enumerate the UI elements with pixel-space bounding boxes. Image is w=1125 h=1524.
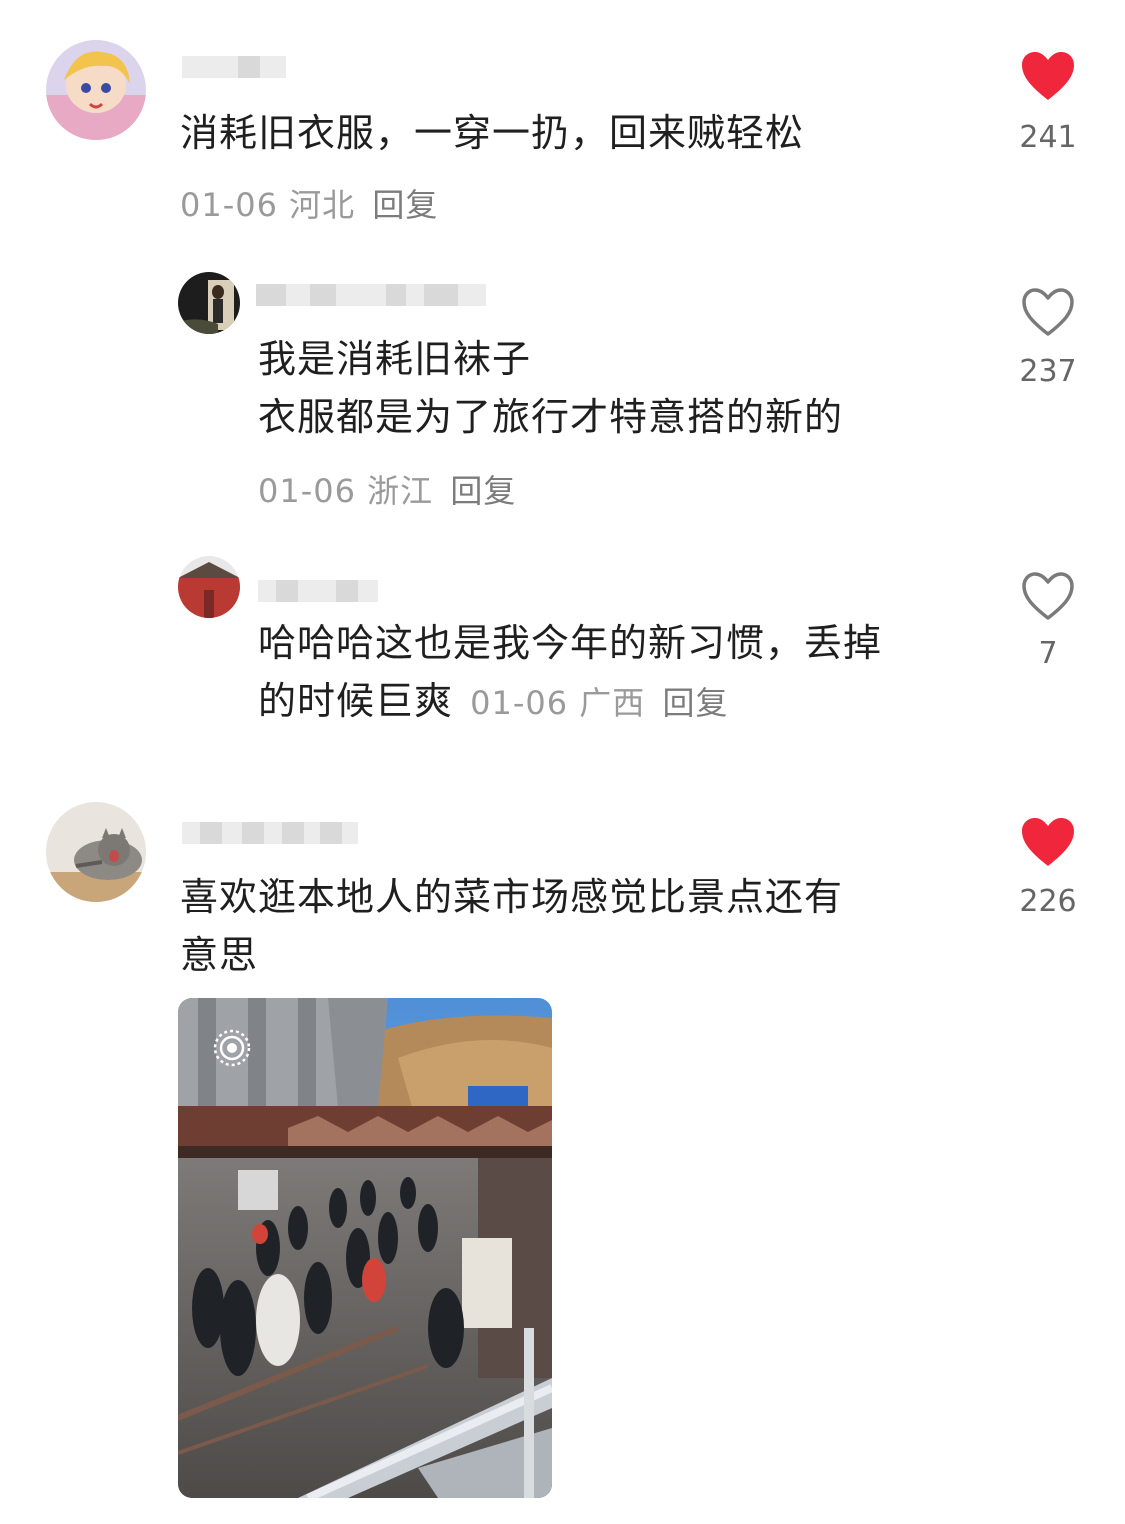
like-count: 237 (1019, 354, 1077, 389)
heart-filled-icon (1022, 52, 1074, 100)
heart-outline-icon (1022, 288, 1074, 336)
like-count: 7 (1038, 636, 1058, 671)
like-count: 226 (1019, 884, 1077, 919)
comment-meta: 01-06 广西 回复 (470, 684, 728, 722)
comment-date: 01-06 (258, 472, 356, 510)
comment-meta: 01-06 河北 回复 (180, 180, 438, 226)
like-button[interactable] (1020, 50, 1076, 102)
avatar[interactable] (46, 40, 146, 140)
reply-button[interactable]: 回复 (450, 472, 516, 510)
like-button[interactable] (1020, 570, 1076, 622)
avatar[interactable] (178, 556, 240, 618)
comment-image[interactable] (178, 998, 552, 1498)
username[interactable] (182, 54, 286, 80)
like-button[interactable] (1020, 286, 1076, 338)
comment-text: 消耗旧衣服，一穿一扔，回来贼轻松 (180, 111, 805, 155)
comment-text: 哈哈哈这也是我今年的新习惯，丢掉 的时候巨爽 01-06 广西 回复 (258, 621, 883, 723)
comment-location: 浙江 (367, 472, 434, 510)
comment-date: 01-06 (180, 186, 278, 224)
avatar[interactable] (178, 272, 240, 334)
like-button[interactable] (1020, 816, 1076, 868)
reply-button[interactable]: 回复 (372, 186, 438, 224)
comment-location: 河北 (289, 186, 356, 224)
username[interactable] (182, 820, 358, 846)
comment-meta: 01-06 浙江 回复 (258, 466, 516, 512)
heart-outline-icon (1022, 572, 1074, 620)
reply-button[interactable]: 回复 (662, 684, 728, 722)
like-count: 241 (1019, 120, 1077, 155)
avatar[interactable] (46, 802, 146, 902)
comment-date: 01-06 (470, 684, 569, 722)
comment-text: 我是消耗旧袜子 衣服都是为了旅行才特意搭的新的 (258, 337, 844, 439)
heart-filled-icon (1022, 818, 1074, 866)
username[interactable] (256, 282, 486, 308)
live-photo-icon (212, 1028, 252, 1072)
comment-text: 喜欢逛本地人的菜市场感觉比景点还有 意思 (180, 875, 844, 977)
username[interactable] (258, 578, 378, 604)
comment-location: 广西 (579, 684, 646, 722)
